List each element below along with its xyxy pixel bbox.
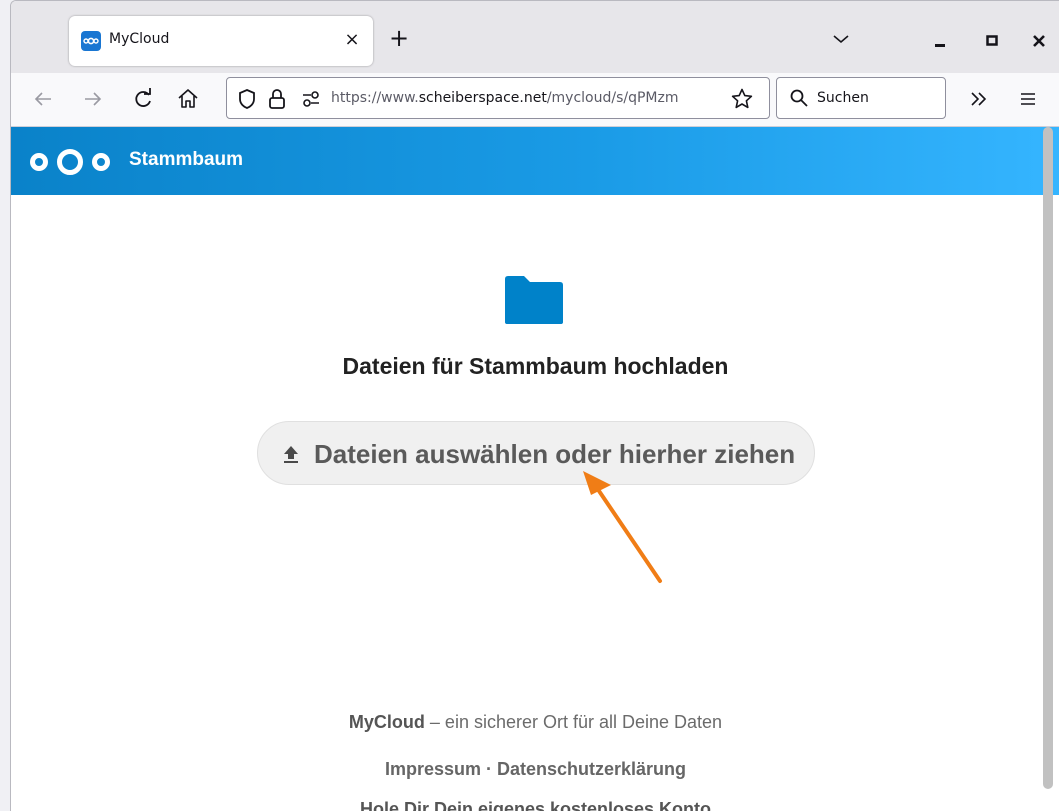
nextcloud-header: Stammbaum — [11, 127, 1059, 195]
upload-icon — [282, 444, 300, 468]
url-bar[interactable]: https://www.scheiberspace.net/mycloud/s/… — [226, 77, 770, 119]
scrollbar[interactable] — [1043, 127, 1053, 789]
page-content: Stammbaum Dateien für Stammbaum hochlade… — [11, 127, 1059, 811]
search-icon — [789, 88, 809, 112]
chevron-down-icon[interactable] — [831, 29, 851, 49]
privacy-link[interactable]: Datenschutzerklärung — [497, 759, 686, 779]
tab-mycloud[interactable]: MyCloud × — [69, 16, 373, 66]
page-title: Stammbaum — [129, 149, 244, 170]
footer-tagline: MyCloud – ein sicherer Ort für all Deine… — [11, 712, 1059, 734]
annotation-arrow-icon — [571, 471, 671, 595]
minimize-icon[interactable] — [928, 29, 952, 53]
new-tab-icon[interactable]: + — [387, 26, 411, 51]
url-prefix: https://www. — [331, 90, 419, 106]
star-icon[interactable] — [730, 87, 754, 115]
upload-button-label: Dateien auswählen oder hierher ziehen — [314, 439, 796, 469]
reload-icon[interactable] — [129, 85, 157, 113]
footer-tagline-text: – ein sicherer Ort für all Deine Daten — [424, 712, 723, 732]
footer-brand[interactable]: MyCloud — [349, 712, 425, 732]
lock-icon[interactable] — [267, 87, 287, 115]
forward-arrow-icon[interactable] — [79, 85, 107, 113]
shield-icon[interactable] — [237, 88, 257, 114]
search-input[interactable]: Suchen — [817, 90, 869, 106]
browser-window: MyCloud × + https://www.scheiberspace.ne… — [10, 0, 1059, 811]
close-icon[interactable] — [1027, 29, 1051, 53]
nextcloud-favicon-icon — [81, 31, 101, 51]
search-bar[interactable]: Suchen — [776, 77, 946, 119]
permissions-icon[interactable] — [301, 90, 321, 112]
nextcloud-logo-icon[interactable] — [29, 149, 111, 179]
impressum-link[interactable]: Impressum — [385, 759, 481, 779]
tab-close-icon[interactable]: × — [341, 29, 363, 51]
url-domain: scheiberspace.net — [418, 90, 547, 106]
hamburger-menu-icon[interactable] — [1015, 86, 1041, 112]
navigation-toolbar: https://www.scheiberspace.net/mycloud/s/… — [11, 73, 1059, 127]
upload-heading: Dateien für Stammbaum hochladen — [342, 353, 729, 379]
footer-links: Impressum · Datenschutzerklärung — [11, 759, 1059, 780]
folder-icon — [504, 275, 564, 329]
maximize-icon[interactable] — [980, 29, 1004, 53]
overflow-chevrons-icon[interactable] — [966, 86, 992, 112]
url-fade — [697, 82, 727, 114]
tab-strip: MyCloud × + — [11, 1, 1059, 73]
footer-separator: · — [481, 759, 497, 779]
tab-title: MyCloud — [109, 31, 170, 47]
upload-files-button[interactable]: Dateien auswählen oder hierher ziehen — [257, 421, 815, 485]
back-arrow-icon[interactable] — [29, 85, 57, 113]
signup-link[interactable]: Hole Dir Dein eigenes kostenloses Konto — [11, 799, 1059, 811]
url-path: /mycloud/s/qPMzm — [546, 90, 679, 106]
home-icon[interactable] — [174, 85, 202, 113]
url-text[interactable]: https://www.scheiberspace.net/mycloud/s/… — [331, 90, 721, 106]
